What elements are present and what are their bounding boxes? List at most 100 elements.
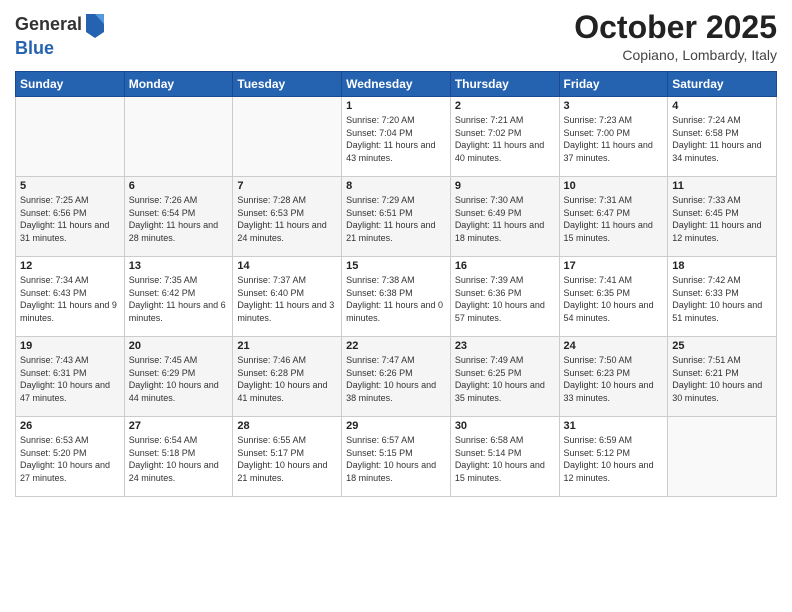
- day-number: 23: [455, 340, 555, 352]
- day-cell: 14Sunrise: 7:37 AM Sunset: 6:40 PM Dayli…: [233, 257, 342, 337]
- day-cell: 29 Sunrise: 6:57 AM Sunset: 5:15 PM Dayli…: [342, 417, 451, 497]
- day-info: Sunrise: 6:54 AM Sunset: 5:18 PM Dayligh…: [129, 434, 229, 484]
- day-info: Sunrise: 7:34 AM Sunset: 6:43 PM Dayligh…: [20, 274, 120, 324]
- day-cell: 26 Sunrise: 6:53 AM Sunset: 5:20 PM Dayli…: [16, 417, 125, 497]
- day-number: 27: [129, 420, 229, 432]
- day-number: 20: [129, 340, 229, 352]
- calendar-table: Sunday Monday Tuesday Wednesday Thursday…: [15, 71, 777, 497]
- day-cell: 1Sunrise: 7:20 AM Sunset: 7:04 PM Daylig…: [342, 97, 451, 177]
- day-cell: 3 Sunrise: 7:23 AM Sunset: 7:00 PM Daylig…: [559, 97, 668, 177]
- day-number: 1: [346, 100, 446, 112]
- page: General Blue October 2025 Copiano, Lomba…: [0, 0, 792, 612]
- calendar-subtitle: Copiano, Lombardy, Italy: [574, 47, 777, 63]
- calendar-title: October 2025: [574, 10, 777, 45]
- day-info: Sunrise: 7:42 AM Sunset: 6:33 PM Dayligh…: [672, 274, 772, 324]
- day-number: 21: [237, 340, 337, 352]
- header: General Blue October 2025 Copiano, Lomba…: [15, 10, 777, 63]
- day-number: 14: [237, 260, 337, 272]
- day-number: 31: [564, 420, 664, 432]
- week-row-3: 12 Sunrise: 7:34 AM Sunset: 6:43 PM Dayli…: [16, 257, 777, 337]
- col-monday: Monday: [124, 72, 233, 97]
- day-info: Sunrise: 7:50 AM Sunset: 6:23 PM Dayligh…: [564, 354, 664, 404]
- day-number: 16: [455, 260, 555, 272]
- day-number: 29: [346, 420, 446, 432]
- day-number: 5: [20, 180, 120, 192]
- day-info: Sunrise: 7:35 AM Sunset: 6:42 PM Dayligh…: [129, 274, 229, 324]
- day-number: 24: [564, 340, 664, 352]
- day-cell: 15 Sunrise: 7:38 AM Sunset: 6:38 PM Dayli…: [342, 257, 451, 337]
- day-info: Sunrise: 7:30 AM Sunset: 6:49 PM Dayligh…: [455, 194, 555, 244]
- day-info: Sunrise: 7:31 AM Sunset: 6:47 PM Dayligh…: [564, 194, 664, 244]
- day-cell: 5 Sunrise: 7:25 AM Sunset: 6:56 PM Daylig…: [16, 177, 125, 257]
- day-info: Sunrise: 7:23 AM Sunset: 7:00 PM Dayligh…: [564, 114, 664, 164]
- day-info: Sunrise: 7:45 AM Sunset: 6:29 PM Dayligh…: [129, 354, 229, 404]
- week-row-2: 5 Sunrise: 7:25 AM Sunset: 6:56 PM Daylig…: [16, 177, 777, 257]
- logo-blue-text: Blue: [15, 38, 54, 58]
- day-cell: 4 Sunrise: 7:24 AM Sunset: 6:58 PM Daylig…: [668, 97, 777, 177]
- day-cell: 20 Sunrise: 7:45 AM Sunset: 6:29 PM Dayli…: [124, 337, 233, 417]
- day-number: 22: [346, 340, 446, 352]
- day-info: Sunrise: 7:43 AM Sunset: 6:31 PM Dayligh…: [20, 354, 120, 404]
- day-cell: [668, 417, 777, 497]
- day-info: Sunrise: 7:21 AM Sunset: 7:02 PM Dayligh…: [455, 114, 555, 164]
- day-info: Sunrise: 7:38 AM Sunset: 6:38 PM Dayligh…: [346, 274, 446, 324]
- day-cell: 27 Sunrise: 6:54 AM Sunset: 5:18 PM Dayli…: [124, 417, 233, 497]
- logo-icon: [84, 10, 106, 38]
- day-number: 25: [672, 340, 772, 352]
- day-number: 10: [564, 180, 664, 192]
- col-wednesday: Wednesday: [342, 72, 451, 97]
- day-cell: 10 Sunrise: 7:31 AM Sunset: 6:47 PM Dayli…: [559, 177, 668, 257]
- day-info: Sunrise: 7:25 AM Sunset: 6:56 PM Dayligh…: [20, 194, 120, 244]
- logo-general-text: General: [15, 14, 82, 35]
- day-info: Sunrise: 6:53 AM Sunset: 5:20 PM Dayligh…: [20, 434, 120, 484]
- day-number: 19: [20, 340, 120, 352]
- day-number: 4: [672, 100, 772, 112]
- day-cell: 7Sunrise: 7:28 AM Sunset: 6:53 PM Daylig…: [233, 177, 342, 257]
- header-row: Sunday Monday Tuesday Wednesday Thursday…: [16, 72, 777, 97]
- day-number: 9: [455, 180, 555, 192]
- day-info: Sunrise: 7:49 AM Sunset: 6:25 PM Dayligh…: [455, 354, 555, 404]
- day-number: 11: [672, 180, 772, 192]
- day-number: 17: [564, 260, 664, 272]
- day-number: 30: [455, 420, 555, 432]
- day-info: Sunrise: 7:51 AM Sunset: 6:21 PM Dayligh…: [672, 354, 772, 404]
- day-cell: 22Sunrise: 7:47 AM Sunset: 6:26 PM Dayli…: [342, 337, 451, 417]
- day-cell: 16 Sunrise: 7:39 AM Sunset: 6:36 PM Dayli…: [450, 257, 559, 337]
- day-number: 12: [20, 260, 120, 272]
- day-number: 3: [564, 100, 664, 112]
- day-number: 18: [672, 260, 772, 272]
- col-thursday: Thursday: [450, 72, 559, 97]
- day-info: Sunrise: 7:24 AM Sunset: 6:58 PM Dayligh…: [672, 114, 772, 164]
- day-number: 28: [237, 420, 337, 432]
- day-cell: 30Sunrise: 6:58 AM Sunset: 5:14 PM Dayli…: [450, 417, 559, 497]
- day-info: Sunrise: 7:46 AM Sunset: 6:28 PM Dayligh…: [237, 354, 337, 404]
- day-cell: 24 Sunrise: 7:50 AM Sunset: 6:23 PM Dayli…: [559, 337, 668, 417]
- day-cell: 11 Sunrise: 7:33 AM Sunset: 6:45 PM Dayli…: [668, 177, 777, 257]
- week-row-4: 19 Sunrise: 7:43 AM Sunset: 6:31 PM Dayli…: [16, 337, 777, 417]
- day-cell: 8 Sunrise: 7:29 AM Sunset: 6:51 PM Daylig…: [342, 177, 451, 257]
- col-sunday: Sunday: [16, 72, 125, 97]
- day-info: Sunrise: 7:29 AM Sunset: 6:51 PM Dayligh…: [346, 194, 446, 244]
- day-number: 15: [346, 260, 446, 272]
- col-tuesday: Tuesday: [233, 72, 342, 97]
- day-cell: 12 Sunrise: 7:34 AM Sunset: 6:43 PM Dayli…: [16, 257, 125, 337]
- col-saturday: Saturday: [668, 72, 777, 97]
- day-info: Sunrise: 6:57 AM Sunset: 5:15 PM Dayligh…: [346, 434, 446, 484]
- logo: General Blue: [15, 10, 106, 59]
- day-number: 26: [20, 420, 120, 432]
- day-info: Sunrise: 7:28 AM Sunset: 6:53 PM Dayligh…: [237, 194, 337, 244]
- week-row-5: 26 Sunrise: 6:53 AM Sunset: 5:20 PM Dayli…: [16, 417, 777, 497]
- day-cell: 23 Sunrise: 7:49 AM Sunset: 6:25 PM Dayli…: [450, 337, 559, 417]
- day-info: Sunrise: 7:33 AM Sunset: 6:45 PM Dayligh…: [672, 194, 772, 244]
- day-cell: 13Sunrise: 7:35 AM Sunset: 6:42 PM Dayli…: [124, 257, 233, 337]
- day-info: Sunrise: 6:59 AM Sunset: 5:12 PM Dayligh…: [564, 434, 664, 484]
- day-cell: [233, 97, 342, 177]
- day-cell: [16, 97, 125, 177]
- day-cell: 17Sunrise: 7:41 AM Sunset: 6:35 PM Dayli…: [559, 257, 668, 337]
- day-number: 8: [346, 180, 446, 192]
- day-number: 6: [129, 180, 229, 192]
- col-friday: Friday: [559, 72, 668, 97]
- day-cell: 25 Sunrise: 7:51 AM Sunset: 6:21 PM Dayli…: [668, 337, 777, 417]
- day-info: Sunrise: 7:39 AM Sunset: 6:36 PM Dayligh…: [455, 274, 555, 324]
- title-block: October 2025 Copiano, Lombardy, Italy: [574, 10, 777, 63]
